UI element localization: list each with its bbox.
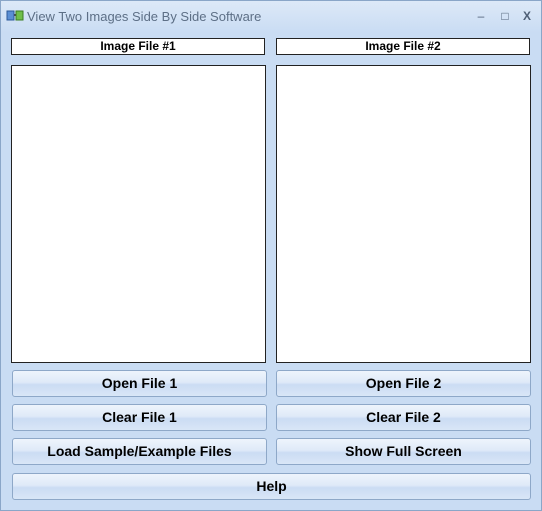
minimize-button[interactable]: – <box>471 7 491 25</box>
image-pane-1[interactable] <box>11 65 266 363</box>
app-icon <box>6 8 24 24</box>
title-bar[interactable]: View Two Images Side By Side Software – … <box>1 1 541 33</box>
show-full-screen-button[interactable]: Show Full Screen <box>276 438 531 465</box>
app-window: View Two Images Side By Side Software – … <box>0 0 542 511</box>
image-file-1-label: Image File #1 <box>11 38 265 55</box>
open-file-2-button[interactable]: Open File 2 <box>276 370 531 397</box>
image-pane-2[interactable] <box>276 65 531 363</box>
clear-file-2-button[interactable]: Clear File 2 <box>276 404 531 431</box>
help-button[interactable]: Help <box>12 473 531 500</box>
close-button[interactable]: X <box>517 7 537 25</box>
image-file-2-label: Image File #2 <box>276 38 530 55</box>
clear-file-1-button[interactable]: Clear File 1 <box>12 404 267 431</box>
maximize-button[interactable]: □ <box>495 7 515 25</box>
window-title: View Two Images Side By Side Software <box>27 9 262 24</box>
load-sample-files-button[interactable]: Load Sample/Example Files <box>12 438 267 465</box>
open-file-1-button[interactable]: Open File 1 <box>12 370 267 397</box>
